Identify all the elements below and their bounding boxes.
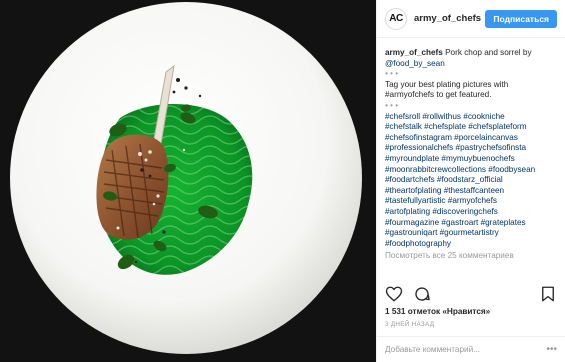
hashtag-line[interactable]: #moonrabbitcrewcollections #foodbysean — [385, 165, 559, 176]
hashtag-line[interactable]: #tastefullyartistic #armyofchefs — [385, 196, 559, 207]
heart-icon[interactable] — [385, 285, 403, 303]
add-comment-bar: ••• — [377, 336, 565, 362]
post-sidebar: AC army_of_chefs Подписаться army_of_che… — [376, 0, 565, 362]
hashtag-line[interactable]: #gastrouniqart #gourmetartistry — [385, 228, 559, 239]
caption-first-line: army_of_chefs Pork chop and sorrel by — [385, 48, 559, 59]
hashtag-line[interactable]: #artofplating #discoveringchefs — [385, 207, 559, 218]
hashtag-line[interactable]: #chefstalk #chefsplate #chefsplateform — [385, 122, 559, 133]
caption-mention[interactable]: @food_by_sean — [385, 59, 559, 70]
view-all-comments-link[interactable]: Посмотреть все 25 комментариев — [385, 251, 559, 262]
likes-count[interactable]: 1 531 отметок «Нравится» — [385, 307, 490, 316]
caption-dots-1: • • • — [385, 69, 399, 79]
hashtag-line[interactable]: #professionalchefs #pastrychefsofinsta — [385, 143, 559, 154]
pork-chop-plating-photo — [0, 0, 376, 362]
hashtag-line[interactable]: #foodartchefs #foodstarz_official — [385, 175, 559, 186]
hashtag-line[interactable]: #chefsofinstagram #porcelaincanvas — [385, 133, 559, 144]
caption-username[interactable]: army_of_chefs — [385, 48, 443, 57]
comment-input[interactable] — [385, 345, 547, 354]
action-bar — [385, 284, 557, 304]
avatar-initials: AC — [389, 13, 403, 24]
caption-tag-line-2: #armyofchefs to get featured. — [385, 90, 492, 100]
header-username[interactable]: army_of_chefs — [414, 13, 485, 24]
hashtag-line[interactable]: #chefsroll #rollwithus #cookniche — [385, 112, 559, 123]
hashtag-line[interactable]: #myroundplate #mymuybuenochefs — [385, 154, 559, 165]
hashtag-line[interactable]: #theartofplating #thestaffcanteen — [385, 186, 559, 197]
caption-text: Pork chop and sorrel by — [445, 48, 532, 57]
comment-icon[interactable] — [413, 285, 431, 303]
caption-tag-line-1: Tag your best plating pictures with — [385, 79, 509, 89]
bookmark-icon[interactable] — [539, 285, 557, 303]
instagram-post: AC army_of_chefs Подписаться army_of_che… — [0, 0, 565, 362]
hashtag-line[interactable]: #fourmagazine #gastroart #grateplates — [385, 218, 559, 229]
caption-dots-2: • • • — [385, 100, 399, 110]
avatar[interactable]: AC — [385, 7, 407, 30]
post-timestamp: 3 ДНЕЙ НАЗАД — [385, 321, 435, 328]
caption-area: army_of_chefs Pork chop and sorrel by @f… — [385, 48, 559, 276]
hashtag-line[interactable]: #foodphotography — [385, 239, 559, 250]
follow-button[interactable]: Подписаться — [485, 9, 557, 28]
more-options-icon[interactable]: ••• — [546, 344, 557, 355]
post-header: AC army_of_chefs Подписаться — [377, 0, 565, 38]
post-photo[interactable] — [0, 0, 376, 362]
